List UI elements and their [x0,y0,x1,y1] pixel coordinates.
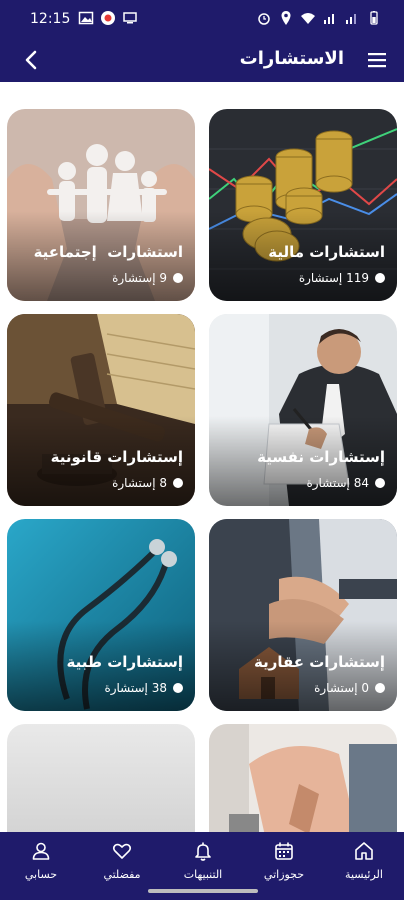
card-title: استشارات إجتماعية [33,243,183,261]
card-social[interactable]: استشارات إجتماعية 9 إستشارة [7,109,195,301]
nav-notifications[interactable]: التنبيهات [168,840,238,881]
status-time: 12:15 [30,11,71,27]
card-count: 9 إستشارة [112,271,183,285]
home-icon [355,842,373,860]
nav-bookings[interactable]: حجوزاتي [249,840,319,881]
signal-icon [346,14,356,24]
card-title: إستشارات قانونية [50,448,183,466]
card-financial[interactable]: استشارات مالية 119 إستشارة [209,109,397,301]
dot-icon [173,478,183,488]
status-bar: 12:15 [0,0,404,38]
page-title: الاستشارات [239,48,344,69]
signal-icon [324,14,334,24]
app-badge-icon [101,11,115,25]
nav-favorites-label: مفضلتي [103,868,141,881]
card-count: 8 إستشارة [112,476,183,490]
card-title: إستشارات عقارية [253,653,385,671]
wifi-icon [301,13,315,24]
nav-account[interactable]: حسابي [6,840,76,881]
craftsman-image [209,724,397,832]
app-bar: الاستشارات [0,38,404,82]
back-chevron-icon[interactable] [18,46,46,74]
blank-grey-image [7,724,195,832]
calendar-icon [275,842,293,860]
card-title: استشارات مالية [268,243,385,261]
nav-bookings-label: حجوزاتي [263,868,305,881]
card-count: 84 إستشارة [306,476,385,490]
dot-icon [173,273,183,283]
nav-account-label: حسابي [24,868,58,881]
heart-icon [112,843,132,859]
dot-icon [375,478,385,488]
dot-icon [375,683,385,693]
consultations-grid: استشارات مالية 119 إستشارة استشارات إجتم… [0,82,404,832]
location-icon [281,11,291,25]
dot-icon [173,683,183,693]
card-partial-left[interactable] [7,724,195,832]
card-medical[interactable]: إستشارات طبية 38 إستشارة [7,519,195,711]
card-title: إستشارات طبية [66,653,183,671]
bell-icon [195,842,211,861]
home-indicator[interactable] [148,889,258,893]
dot-icon [375,273,385,283]
card-count: 0 إستشارة [314,681,385,695]
nav-notifications-label: التنبيهات [183,868,223,881]
nav-home[interactable]: الرئيسية [329,840,399,881]
image-icon [78,11,94,25]
card-partial-right[interactable] [209,724,397,832]
card-count: 119 إستشارة [299,271,385,285]
card-psychological[interactable]: إستشارات نفسية 84 إستشارة [209,314,397,506]
alarm-icon [258,13,270,25]
menu-icon[interactable] [366,49,388,71]
card-count: 38 إستشارة [104,681,183,695]
nav-favorites[interactable]: مفضلتي [87,840,157,881]
card-real-estate[interactable]: إستشارات عقارية 0 إستشارة [209,519,397,711]
card-legal[interactable]: إستشارات قانونية 8 إستشارة [7,314,195,506]
screen-icon [123,12,137,24]
battery-icon [370,11,378,25]
user-icon [32,842,50,860]
nav-home-label: الرئيسية [345,868,383,881]
card-title: إستشارات نفسية [257,448,385,466]
